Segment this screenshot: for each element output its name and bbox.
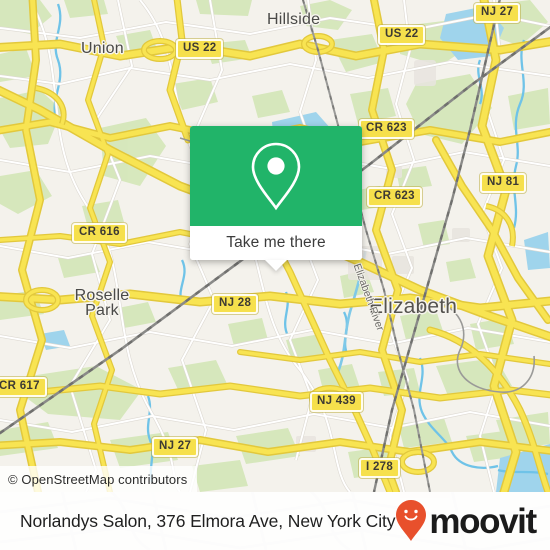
road-shield-nj-27-south: NJ 27: [152, 437, 199, 457]
road-shield-cr-623-north: CR 623: [359, 119, 414, 139]
moovit-map-screenshot: Hillside Union Roselle Park Elizabeth El…: [0, 0, 550, 550]
attribution-text: © OpenStreetMap contributors: [8, 471, 188, 487]
road-shield-cr-623-south: CR 623: [367, 187, 422, 207]
take-me-there-button[interactable]: Take me there: [190, 226, 362, 260]
map-canvas[interactable]: Hillside Union Roselle Park Elizabeth El…: [0, 0, 550, 492]
moovit-wordmark: moovit: [429, 501, 537, 541]
map-attribution[interactable]: © OpenStreetMap contributors: [0, 466, 198, 492]
road-shield-cr-617: CR 617: [0, 377, 47, 397]
road-shield-nj-27-north: NJ 27: [474, 3, 521, 23]
moovit-logo[interactable]: moovit: [395, 499, 537, 543]
location-popup[interactable]: Take me there: [190, 126, 362, 271]
road-shield-nj-28: NJ 28: [212, 294, 259, 314]
road-shield-us-22-west: US 22: [176, 39, 224, 59]
popup-pointer: [265, 260, 287, 271]
footer-bar: Norlandys Salon, 376 Elmora Ave, New Yor…: [0, 492, 550, 550]
road-shield-cr-616: CR 616: [72, 223, 127, 243]
road-shield-us-22-east: US 22: [378, 25, 426, 45]
take-me-there-label: Take me there: [226, 234, 326, 251]
road-shield-nj-81: NJ 81: [480, 173, 527, 193]
location-title: Norlandys Salon, 376 Elmora Ave, New Yor…: [20, 510, 396, 531]
road-shield-nj-439: NJ 439: [310, 392, 363, 412]
popup-header: [190, 126, 362, 226]
map-pin-icon: [251, 142, 301, 211]
road-shield-i-278: I 278: [359, 458, 401, 478]
moovit-pin-smiley-icon: [396, 500, 427, 541]
